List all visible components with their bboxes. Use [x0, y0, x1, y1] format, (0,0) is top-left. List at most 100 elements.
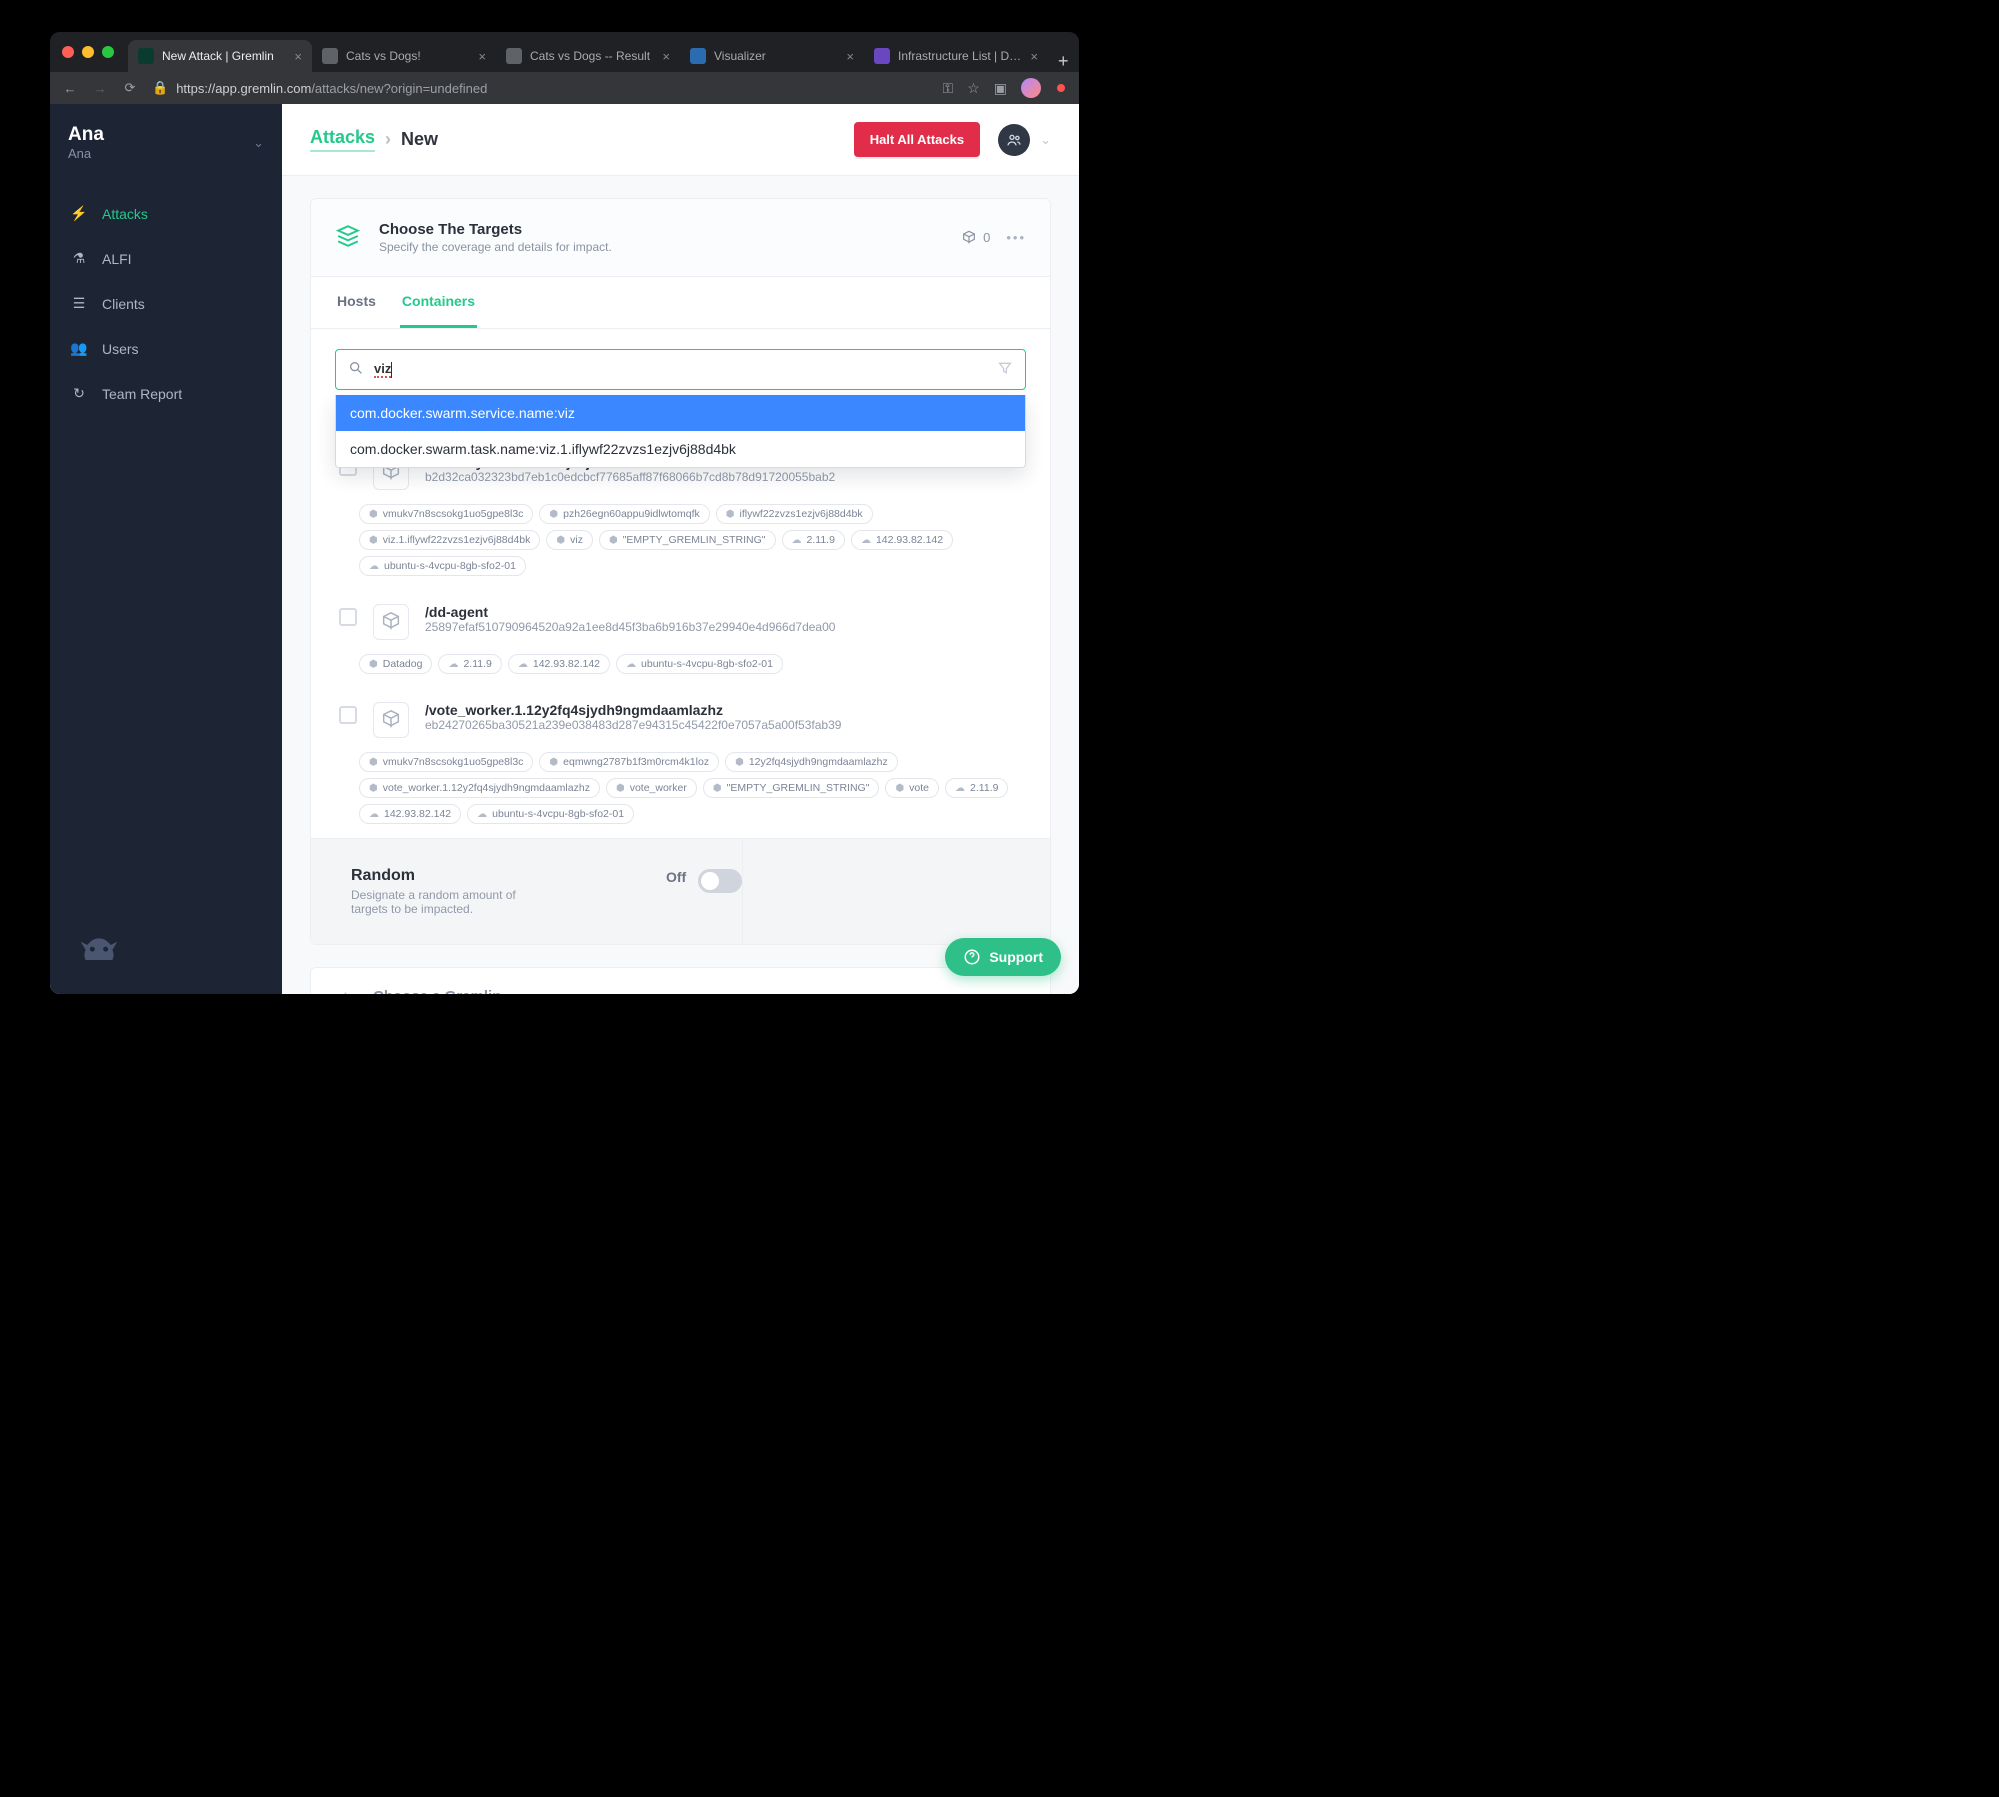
close-tab-icon[interactable]: × [478, 49, 486, 64]
close-tab-icon[interactable]: × [662, 49, 670, 64]
tag[interactable]: ⬢ pzh26egn60appu9idlwtomqfk [539, 504, 709, 524]
url-field[interactable]: 🔒 https://app.gremlin.com/attacks/new?or… [152, 80, 929, 96]
tag[interactable]: ⬢viz.1.iflywf22zvzs1ezjv6j88d4bk [359, 530, 540, 550]
tag[interactable]: ☁2.11.9 [438, 654, 501, 674]
close-tab-icon[interactable]: × [1030, 49, 1038, 64]
profile-avatar[interactable] [1021, 78, 1041, 98]
nav-reload-icon[interactable]: ⟳ [122, 80, 138, 96]
tab-containers[interactable]: Containers [400, 277, 477, 328]
tag[interactable]: ⬢vote_worker [606, 778, 697, 798]
browser-tab[interactable]: Cats vs Dogs -- Result × [496, 40, 680, 72]
tag[interactable]: ⬢vote_worker.1.12y2fq4sjydh9ngmdaamlazhz [359, 778, 600, 798]
nav-forward-icon[interactable]: → [92, 81, 108, 96]
tag[interactable]: ☁142.93.82.142 [359, 804, 461, 824]
container-search[interactable]: viz [335, 349, 1026, 390]
star-icon[interactable]: ☆ [967, 80, 980, 97]
tag-text: iflywf22zvzs1ezjv6j88d4bk [740, 508, 863, 520]
tag-icon: ⬢ [713, 783, 722, 794]
tag[interactable]: ⬢"EMPTY_GREMLIN_STRING" [599, 530, 776, 550]
gremlin-card[interactable]: Choose a Gremlin Select the type of atta… [310, 967, 1051, 994]
tag-icon: ⬢ [549, 509, 558, 520]
tag-icon: ⬢ [549, 757, 558, 768]
extension-icon[interactable] [1055, 82, 1067, 94]
search-dropdown: com.docker.swarm.service.name:vizcom.doc… [335, 395, 1026, 468]
close-tab-icon[interactable]: × [846, 49, 854, 64]
tag[interactable]: ☁2.11.9 [782, 530, 845, 550]
address-bar: ← → ⟳ 🔒 https://app.gremlin.com/attacks/… [50, 72, 1079, 104]
tag[interactable]: ⬢eqmwng2787b1f3m0rcm4k1loz [539, 752, 719, 772]
browser-tab[interactable]: Visualizer × [680, 40, 864, 72]
sidebar: Ana Ana ⌄ ⚡ Attacks⚗ ALFI☰ Clients👥 User… [50, 104, 282, 994]
new-tab-button[interactable]: + [1048, 51, 1079, 72]
user-switcher[interactable]: Ana Ana ⌄ [50, 104, 282, 181]
team-menu[interactable]: ⌄ [998, 124, 1051, 156]
tag-icon: ⬢ [369, 783, 378, 794]
tag[interactable]: ⬢vmukv7n8scsokg1uo5gpe8l3c [359, 504, 533, 524]
tag-icon: ⬢ [369, 535, 378, 546]
browser-tab[interactable]: Infrastructure List | Datadog × [864, 40, 1048, 72]
maximize-window-icon[interactable] [102, 46, 114, 58]
dropdown-item[interactable]: com.docker.swarm.service.name:viz [336, 395, 1025, 431]
browser-tab[interactable]: New Attack | Gremlin × [128, 40, 312, 72]
container-list: /viz.1.iflywf22zvzs1ezjv6j88d4bk b2d32ca… [311, 410, 1050, 838]
support-button[interactable]: Support [945, 938, 1061, 976]
key-icon[interactable]: ⚿ [943, 80, 954, 97]
minimize-window-icon[interactable] [82, 46, 94, 58]
team report-icon: ↻ [70, 385, 88, 402]
container-name: /vote_worker.1.12y2fq4sjydh9ngmdaamlazhz [425, 702, 1022, 718]
tab-hosts[interactable]: Hosts [335, 277, 378, 328]
more-icon[interactable]: ••• [1006, 230, 1026, 245]
tag[interactable]: ⬢"EMPTY_GREMLIN_STRING" [703, 778, 880, 798]
tag[interactable]: ☁142.93.82.142 [508, 654, 610, 674]
tag[interactable]: ☁ubuntu-s-4vcpu-8gb-sfo2-01 [616, 654, 783, 674]
tag[interactable]: ☁2.11.9 [945, 778, 1008, 798]
tag[interactable]: ⬢viz [546, 530, 593, 550]
tab-title: Infrastructure List | Datadog [898, 49, 1022, 63]
tag[interactable]: ⬢12y2fq4sjydh9ngmdaamlazhz [725, 752, 898, 772]
container-id: b2d32ca032323bd7eb1c0edcbcf77685aff87f68… [425, 470, 1022, 484]
tag-text: vote_worker [630, 782, 687, 794]
sidebar-item-users[interactable]: 👥 Users [50, 326, 282, 371]
sidebar-item-alfi[interactable]: ⚗ ALFI [50, 236, 282, 281]
cube-icon [373, 604, 409, 640]
halt-attacks-button[interactable]: Halt All Attacks [854, 122, 980, 157]
browser-tab[interactable]: Cats vs Dogs! × [312, 40, 496, 72]
container-name: /dd-agent [425, 604, 1022, 620]
search-input-value: viz [374, 361, 391, 378]
cast-icon[interactable]: ▣ [994, 80, 1007, 97]
tab-title: Cats vs Dogs -- Result [530, 49, 654, 63]
tag-text: pzh26egn60appu9idlwtomqfk [563, 508, 700, 520]
tag-text: 142.93.82.142 [533, 658, 600, 670]
tag[interactable]: ☁142.93.82.142 [851, 530, 953, 550]
tag[interactable]: ☁ubuntu-s-4vcpu-8gb-sfo2-01 [359, 556, 526, 576]
breadcrumb: Attacks › New [310, 127, 438, 152]
tag-icon: ☁ [448, 659, 458, 670]
tag[interactable]: ⬢Datadog [359, 654, 432, 674]
row-checkbox[interactable] [339, 608, 357, 626]
tag[interactable]: ⬢vmukv7n8scsokg1uo5gpe8l3c [359, 752, 533, 772]
filter-icon[interactable] [997, 360, 1013, 379]
random-desc: Designate a random amount of targets to … [351, 888, 531, 916]
crumb-separator: › [385, 129, 391, 150]
sidebar-item-label: Users [102, 341, 139, 357]
tag-text: 12y2fq4sjydh9ngmdaamlazhz [749, 756, 888, 768]
tag[interactable]: ⬢iflywf22zvzs1ezjv6j88d4bk [716, 504, 873, 524]
favicon [874, 48, 890, 64]
sidebar-item-attacks[interactable]: ⚡ Attacks [50, 191, 282, 236]
nav-back-icon[interactable]: ← [62, 81, 78, 96]
sidebar-item-team-report[interactable]: ↻ Team Report [50, 371, 282, 416]
random-toggle[interactable] [698, 869, 742, 893]
dropdown-item[interactable]: com.docker.swarm.task.name:viz.1.iflywf2… [336, 431, 1025, 467]
row-checkbox[interactable] [339, 706, 357, 724]
tag-icon: ☁ [955, 783, 965, 794]
tag[interactable]: ☁ubuntu-s-4vcpu-8gb-sfo2-01 [467, 804, 634, 824]
tag[interactable]: ⬢vote [885, 778, 939, 798]
close-window-icon[interactable] [62, 46, 74, 58]
favicon [690, 48, 706, 64]
close-tab-icon[interactable]: × [294, 49, 302, 64]
crumb-attacks[interactable]: Attacks [310, 127, 375, 152]
tag-list: ⬢vmukv7n8scsokg1uo5gpe8l3c ⬢eqmwng2787b1f… [335, 742, 1026, 838]
tag-list: ⬢Datadog ☁2.11.9☁142.93.82.142☁ubuntu-s-… [335, 644, 1026, 688]
targets-count: 0 [983, 230, 990, 245]
sidebar-item-clients[interactable]: ☰ Clients [50, 281, 282, 326]
